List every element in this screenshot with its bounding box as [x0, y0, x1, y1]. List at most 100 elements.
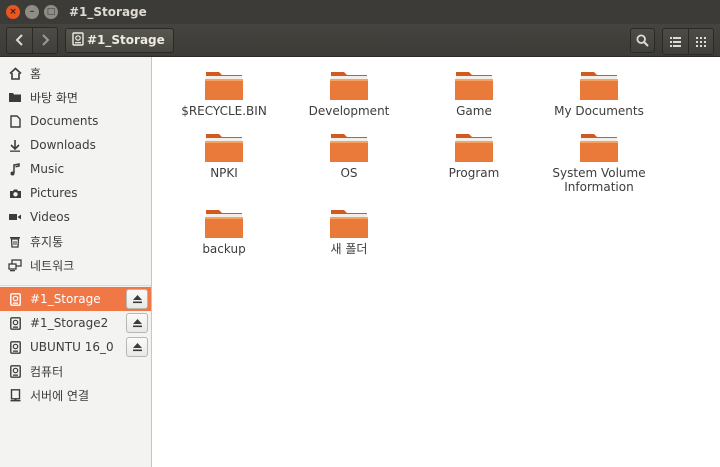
sidebar-item-label: Pictures	[30, 186, 78, 200]
folder-name: Game	[456, 104, 492, 118]
folder-name: System Volume Information	[552, 166, 646, 194]
grid-view-button[interactable]	[688, 29, 713, 54]
toolbar: #1_Storage	[0, 24, 720, 57]
folder-name: My Documents	[554, 104, 644, 118]
folder-item[interactable]: 새 폴더	[289, 207, 409, 256]
sidebar-item-label: #1_Storage2	[30, 316, 109, 330]
sidebar-item-network[interactable]: 네트워크	[0, 253, 151, 277]
folder-item[interactable]: NPKI	[164, 131, 284, 180]
folder-item[interactable]: $RECYCLE.BIN	[164, 69, 284, 118]
sidebar-item-connect-server[interactable]: 서버에 연결	[0, 383, 151, 407]
folder-icon	[330, 134, 368, 162]
search-icon	[636, 34, 649, 47]
folder-item[interactable]: Game	[414, 69, 534, 118]
sidebar-item-label: 홈	[30, 66, 42, 81]
folder-icon	[455, 134, 493, 162]
folder-item[interactable]: My Documents	[539, 69, 659, 118]
sidebar-item-computer[interactable]: 컴퓨터	[0, 359, 151, 383]
sidebar-item-pictures[interactable]: Pictures	[0, 181, 151, 205]
folder-item[interactable]: System Volume Information	[539, 131, 659, 194]
toolbar-right	[625, 28, 714, 55]
drive-icon	[8, 292, 22, 306]
folder-name: 새 폴더	[330, 242, 368, 256]
sidebar-item-ubuntu[interactable]: UBUNTU 16_0	[0, 335, 151, 359]
sidebar: 홈 바탕 화면 Documents Downloads Music Pictur…	[0, 57, 152, 467]
sidebar-item-trash[interactable]: 휴지통	[0, 229, 151, 253]
back-button[interactable]	[7, 27, 32, 53]
home-icon	[8, 66, 22, 80]
video-icon	[8, 210, 22, 224]
sidebar-item-videos[interactable]: Videos	[0, 205, 151, 229]
eject-button[interactable]	[126, 289, 148, 309]
sidebar-item-desktop[interactable]: 바탕 화면	[0, 85, 151, 109]
sidebar-item-label: 서버에 연결	[30, 388, 90, 403]
forward-button[interactable]	[32, 27, 57, 53]
music-icon	[8, 162, 22, 176]
sidebar-item-downloads[interactable]: Downloads	[0, 133, 151, 157]
folder-icon	[330, 72, 368, 100]
sidebar-item-label: Documents	[30, 114, 99, 128]
network-icon	[8, 258, 22, 272]
path-bar-button[interactable]: #1_Storage	[65, 27, 174, 53]
download-icon	[8, 138, 22, 152]
folder-icon	[205, 72, 243, 100]
sidebar-separator	[0, 285, 151, 286]
folder-name: Development	[308, 104, 390, 118]
view-toggle	[662, 28, 714, 55]
sidebar-item-storage2[interactable]: #1_Storage2	[0, 311, 151, 335]
folder-icon	[205, 134, 243, 162]
folder-icon	[330, 210, 368, 238]
server-icon	[8, 388, 22, 402]
folder-icon	[580, 134, 618, 162]
trash-icon	[8, 234, 22, 248]
eject-button[interactable]	[126, 337, 148, 357]
drive-icon	[8, 316, 22, 330]
navigation-buttons	[6, 26, 58, 54]
folder-item[interactable]: Program	[414, 131, 534, 180]
sidebar-item-documents[interactable]: Documents	[0, 109, 151, 133]
sidebar-item-home[interactable]: 홈	[0, 61, 151, 85]
eject-icon	[132, 295, 142, 304]
folder-icon	[205, 210, 243, 238]
desktop-folder-icon	[8, 90, 22, 104]
folder-name: $RECYCLE.BIN	[181, 104, 267, 118]
minimize-window-button[interactable]: –	[25, 5, 39, 19]
sidebar-item-label: #1_Storage	[30, 292, 101, 306]
window-title: #1_Storage	[69, 5, 147, 19]
sidebar-item-music[interactable]: Music	[0, 157, 151, 181]
eject-icon	[132, 343, 142, 352]
maximize-window-button[interactable]: □	[44, 5, 58, 19]
chevron-right-icon	[42, 34, 50, 46]
sidebar-item-label: UBUNTU 16_0	[30, 340, 114, 354]
folder-name: OS	[340, 166, 358, 180]
folder-icon	[580, 72, 618, 100]
eject-icon	[132, 319, 142, 328]
camera-icon	[8, 186, 22, 200]
folder-item[interactable]: OS	[289, 131, 409, 180]
sidebar-item-label: Videos	[30, 210, 70, 224]
sidebar-item-label: 컴퓨터	[30, 364, 64, 379]
grid-view-icon	[696, 36, 706, 47]
folder-icon	[455, 72, 493, 100]
sidebar-item-label: 바탕 화면	[30, 90, 78, 105]
drive-icon	[72, 31, 84, 49]
document-icon	[8, 114, 22, 128]
list-view-icon	[670, 36, 681, 47]
search-button[interactable]	[630, 28, 655, 53]
folder-name: Program	[448, 166, 500, 180]
drive-icon	[8, 364, 22, 378]
path-label: #1_Storage	[87, 33, 165, 47]
folder-item[interactable]: Development	[289, 69, 409, 118]
file-view: $RECYCLE.BIN Development Game My Documen…	[152, 57, 720, 467]
sidebar-item-storage1[interactable]: #1_Storage	[0, 287, 151, 311]
sidebar-item-label: Downloads	[30, 138, 96, 152]
list-view-button[interactable]	[663, 29, 688, 54]
folder-item[interactable]: backup	[164, 207, 284, 256]
title-bar: × – □ #1_Storage	[0, 0, 720, 24]
sidebar-item-label: Music	[30, 162, 65, 176]
drive-icon	[8, 340, 22, 354]
chevron-left-icon	[15, 34, 23, 46]
close-window-button[interactable]: ×	[6, 5, 20, 19]
sidebar-item-label: 휴지통	[30, 234, 64, 249]
eject-button[interactable]	[126, 313, 148, 333]
